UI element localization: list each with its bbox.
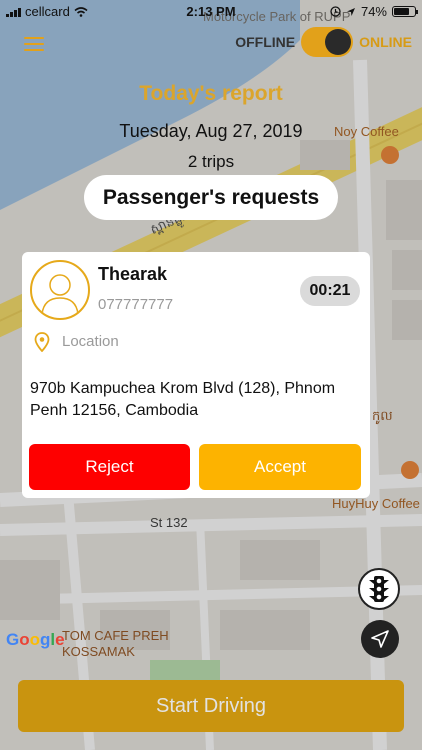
online-label: ONLINE xyxy=(359,34,412,50)
avatar xyxy=(30,260,90,320)
traffic-light-icon xyxy=(369,576,389,602)
start-driving-button[interactable]: Start Driving xyxy=(18,680,404,732)
battery-icon xyxy=(392,6,418,17)
requests-title: Passenger's requests xyxy=(84,175,338,220)
alarm-lock-icon xyxy=(330,6,341,17)
user-silhouette-icon xyxy=(41,274,79,315)
report-title: Today's report xyxy=(139,82,283,105)
offline-label: OFFLINE xyxy=(235,34,296,50)
passenger-phone: 077777777 xyxy=(98,296,174,313)
location-arrow-icon xyxy=(346,7,355,16)
location-pin-icon xyxy=(34,332,50,352)
switch-knob xyxy=(325,29,352,55)
traffic-button[interactable] xyxy=(358,568,400,610)
reject-button[interactable]: Reject xyxy=(29,444,190,490)
google-attribution-logo: Google xyxy=(6,630,65,649)
accept-button[interactable]: Accept xyxy=(199,444,361,490)
daily-report: Today's report Tuesday, Aug 27, 2019 2 t… xyxy=(0,82,422,172)
passenger-name: Thearak xyxy=(98,264,168,284)
battery-percent: 74% xyxy=(360,4,387,19)
pickup-address: 970b Kampuchea Krom Blvd (128), Phnom Pe… xyxy=(30,380,336,419)
trip-count: 2 trips xyxy=(187,152,235,171)
my-location-button[interactable] xyxy=(361,620,399,658)
status-bar: cellcard 2:13 PM 74% xyxy=(0,0,422,22)
menu-button[interactable] xyxy=(24,37,44,51)
online-status-toggle[interactable]: OFFLINE ONLINE xyxy=(235,27,412,57)
request-timer: 00:21 xyxy=(300,276,360,306)
report-date: Tuesday, Aug 27, 2019 xyxy=(119,121,303,141)
navigation-arrow-icon xyxy=(371,630,389,648)
location-label: Location xyxy=(62,333,119,350)
request-card: Thearak 077777777 00:21 Location 970b Ka… xyxy=(22,252,370,498)
online-switch[interactable] xyxy=(301,27,354,57)
